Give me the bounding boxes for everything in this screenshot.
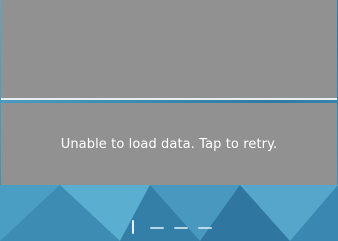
app-screen: Unable to load data. Tap to retry. [0,0,338,241]
page-indicator-dot[interactable] [150,227,164,229]
page-indicator-dot[interactable] [174,227,188,229]
error-panel[interactable]: Unable to load data. Tap to retry. [1,103,337,185]
page-indicator-active[interactable] [132,220,134,234]
top-content-panel [1,0,337,100]
retry-message[interactable]: Unable to load data. Tap to retry. [61,137,278,152]
page-indicator-dot[interactable] [198,227,212,229]
page-indicator [0,218,338,238]
